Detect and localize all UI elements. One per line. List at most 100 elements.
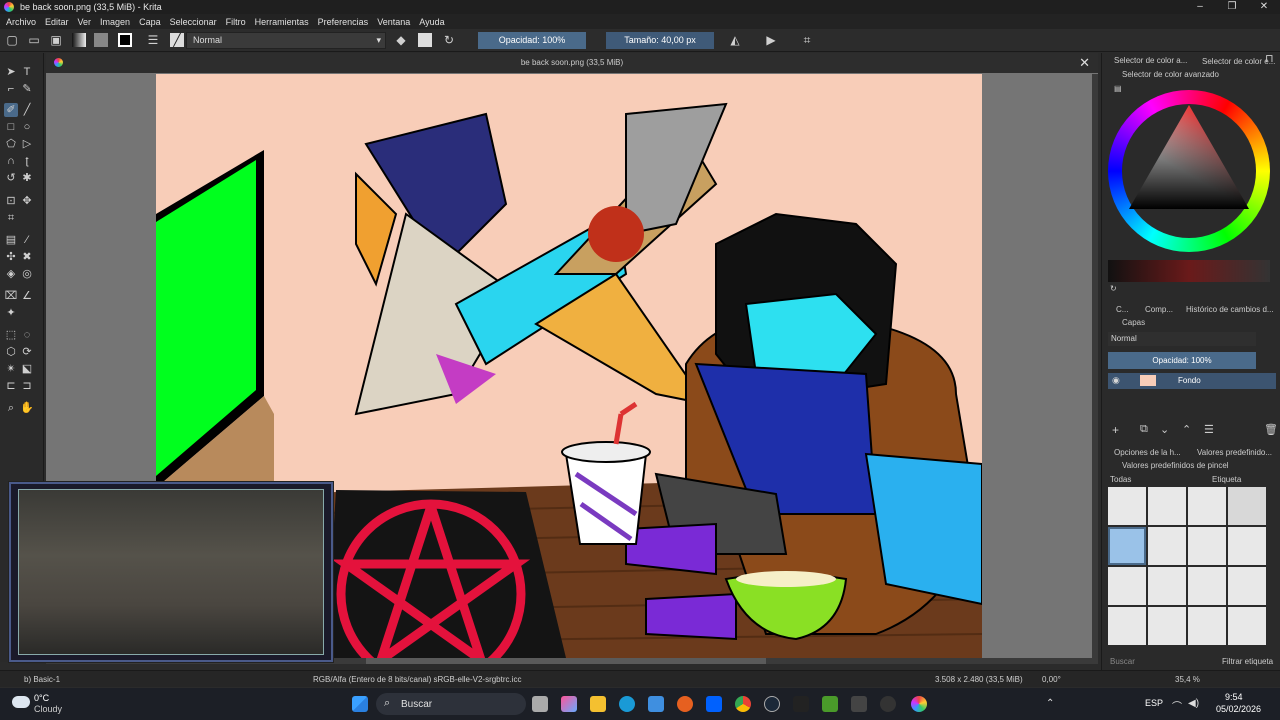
vertical-scrollbar[interactable]	[1092, 74, 1098, 658]
bezier-tool-icon[interactable]: ∩	[4, 154, 18, 168]
polygon-select-tool-icon[interactable]: ⬡	[4, 345, 18, 359]
menu-filtro[interactable]: Filtro	[226, 17, 246, 27]
discord-icon[interactable]	[880, 696, 896, 712]
brush-preset-tile[interactable]	[1148, 567, 1186, 605]
line-tool-icon[interactable]: ╱	[20, 103, 34, 117]
tab-tool-options[interactable]: Opciones de la h...	[1114, 448, 1181, 457]
chrome-icon[interactable]	[735, 696, 751, 712]
document-tab[interactable]: be back soon.png (33,5 MiB) ✕	[46, 53, 1098, 73]
brush-preset-tile[interactable]	[1188, 567, 1226, 605]
zoom-tool-icon[interactable]: ⌕	[4, 401, 18, 415]
tab-undo-history[interactable]: Histórico de cambios d...	[1186, 305, 1274, 314]
color-wheel[interactable]	[1108, 90, 1270, 252]
brush-preset-tile[interactable]	[1228, 567, 1266, 605]
windows-start-icon[interactable]	[352, 696, 368, 712]
foreground-background-color-icon[interactable]	[118, 33, 132, 47]
eraser-icon[interactable]: ◆	[394, 33, 408, 47]
volume-icon[interactable]: ◀)	[1188, 698, 1199, 709]
brush-preset-tile[interactable]	[1148, 527, 1186, 565]
mirror-vertical-icon[interactable]: ▶	[764, 33, 778, 47]
menu-ventana[interactable]: Ventana	[377, 17, 410, 27]
layer-properties-icon[interactable]: ☰	[1204, 423, 1214, 436]
close-document-icon[interactable]: ✕	[1079, 55, 1090, 71]
freehand-brush-tool-icon[interactable]: ✐	[4, 103, 18, 117]
mirror-horizontal-icon[interactable]: ◭	[728, 33, 742, 47]
weather-desc[interactable]: Cloudy	[34, 704, 62, 714]
eye-icon[interactable]: ◉	[1112, 375, 1120, 386]
ellipse-tool-icon[interactable]: ○	[20, 120, 34, 134]
layer-row-fondo[interactable]: ◉ Fondo	[1108, 373, 1276, 389]
firefox-icon[interactable]	[677, 696, 693, 712]
tab-c[interactable]: C...	[1116, 305, 1128, 314]
size-slider[interactable]: Tamaño: 40,00 px	[606, 32, 714, 49]
clock-time[interactable]: 9:54	[1225, 692, 1243, 702]
reload-preset-icon[interactable]: ↻	[442, 33, 456, 47]
menu-capa[interactable]: Capa	[139, 17, 161, 27]
preset-filter-select[interactable]: Todas	[1110, 475, 1131, 484]
brush-preset-tile[interactable]	[1148, 487, 1186, 525]
rectangle-tool-icon[interactable]: □	[4, 120, 18, 134]
blend-mode-select[interactable]: Normal ▾	[186, 32, 386, 49]
color-picker-tool-icon[interactable]: ⁄	[20, 233, 34, 247]
status-zoom[interactable]: 35,4 %	[1175, 675, 1200, 684]
brush-preset-tile[interactable]	[1108, 487, 1146, 525]
brush-preset-tile-selected[interactable]	[1108, 527, 1146, 565]
brush-preset-icon[interactable]: ╱	[170, 33, 184, 47]
duplicate-layer-icon[interactable]: ⧉	[1140, 423, 1148, 436]
tab-comp[interactable]: Comp...	[1145, 305, 1173, 314]
edge-icon[interactable]	[619, 696, 635, 712]
brush-preset-tile[interactable]	[1228, 607, 1266, 645]
colorize-mask-tool-icon[interactable]: ✣	[4, 250, 18, 264]
minimize-button[interactable]: –	[1184, 0, 1216, 14]
dropbox-icon[interactable]	[706, 696, 722, 712]
add-layer-icon[interactable]: +	[1112, 423, 1119, 437]
weather-temp[interactable]: 0°C	[34, 693, 49, 703]
move-tool-icon[interactable]: ✥	[20, 194, 34, 208]
calligraphy-tool-icon[interactable]: ✎	[20, 82, 34, 96]
refresh-icon[interactable]: ↻	[1110, 284, 1117, 293]
preset-tag-select[interactable]: Etiqueta	[1212, 475, 1241, 484]
bezier-select-tool-icon[interactable]: ⊏	[4, 379, 18, 393]
rect-select-tool-icon[interactable]: ⬚	[4, 328, 18, 342]
menu-seleccionar[interactable]: Seleccionar	[170, 17, 217, 27]
close-window-button[interactable]: ✕	[1248, 0, 1280, 14]
brush-preset-tile[interactable]	[1188, 527, 1226, 565]
gradient-tool-icon[interactable]: ▤	[4, 233, 18, 247]
terminal-icon[interactable]	[851, 696, 867, 712]
brush-preset-tile[interactable]	[1228, 527, 1266, 565]
menu-imagen[interactable]: Imagen	[100, 17, 130, 27]
crop-tool-icon[interactable]: ⌗	[4, 211, 18, 225]
menu-archivo[interactable]: Archivo	[6, 17, 36, 27]
menu-preferencias[interactable]: Preferencias	[318, 17, 369, 27]
delete-layer-icon[interactable]: 🗑	[1264, 423, 1278, 436]
brush-preset-tile[interactable]	[1148, 607, 1186, 645]
text-tool-icon[interactable]: T	[20, 65, 34, 79]
enclose-fill-tool-icon[interactable]: ◎	[20, 267, 34, 281]
language-indicator[interactable]: ESP	[1145, 698, 1163, 708]
alpha-lock-icon[interactable]	[418, 33, 432, 47]
move-layer-down-icon[interactable]: ⌄	[1160, 423, 1169, 436]
freehand-path-tool-icon[interactable]: ʈ	[20, 154, 34, 168]
brush-preset-tile[interactable]	[1188, 487, 1226, 525]
store-icon[interactable]	[648, 696, 664, 712]
maximize-button[interactable]: ❐	[1216, 0, 1248, 14]
open-folder-icon[interactable]: ▭	[27, 33, 41, 47]
layer-blend-select[interactable]: Normal	[1108, 332, 1256, 346]
menu-ver[interactable]: Ver	[78, 17, 92, 27]
freehand-select-tool-icon[interactable]: ⟳	[20, 345, 34, 359]
save-icon[interactable]: ▣	[49, 33, 63, 47]
magnetic-select-tool-icon[interactable]: ⊐	[20, 379, 34, 393]
fill-tool-icon[interactable]: ◈	[4, 267, 18, 281]
taskbar-search[interactable]: ⌕ Buscar	[376, 693, 526, 715]
copilot-icon[interactable]	[561, 696, 577, 712]
clock-date[interactable]: 05/02/2026	[1216, 704, 1261, 714]
layer-opacity-slider[interactable]: Opacidad: 100%	[1108, 352, 1256, 369]
menu-ayuda[interactable]: Ayuda	[419, 17, 444, 27]
tab-advanced-color-selector[interactable]: Selector de color a...	[1114, 56, 1187, 65]
steam-icon[interactable]	[764, 696, 780, 712]
chevron-up-icon[interactable]: ⌃	[1046, 698, 1054, 709]
pattern-swatch-icon[interactable]	[94, 33, 108, 47]
assistant-tool-icon[interactable]: ⌧	[4, 289, 18, 303]
menu-herramientas[interactable]: Herramientas	[255, 17, 309, 27]
measure-tool-icon[interactable]: ∠	[20, 289, 34, 303]
